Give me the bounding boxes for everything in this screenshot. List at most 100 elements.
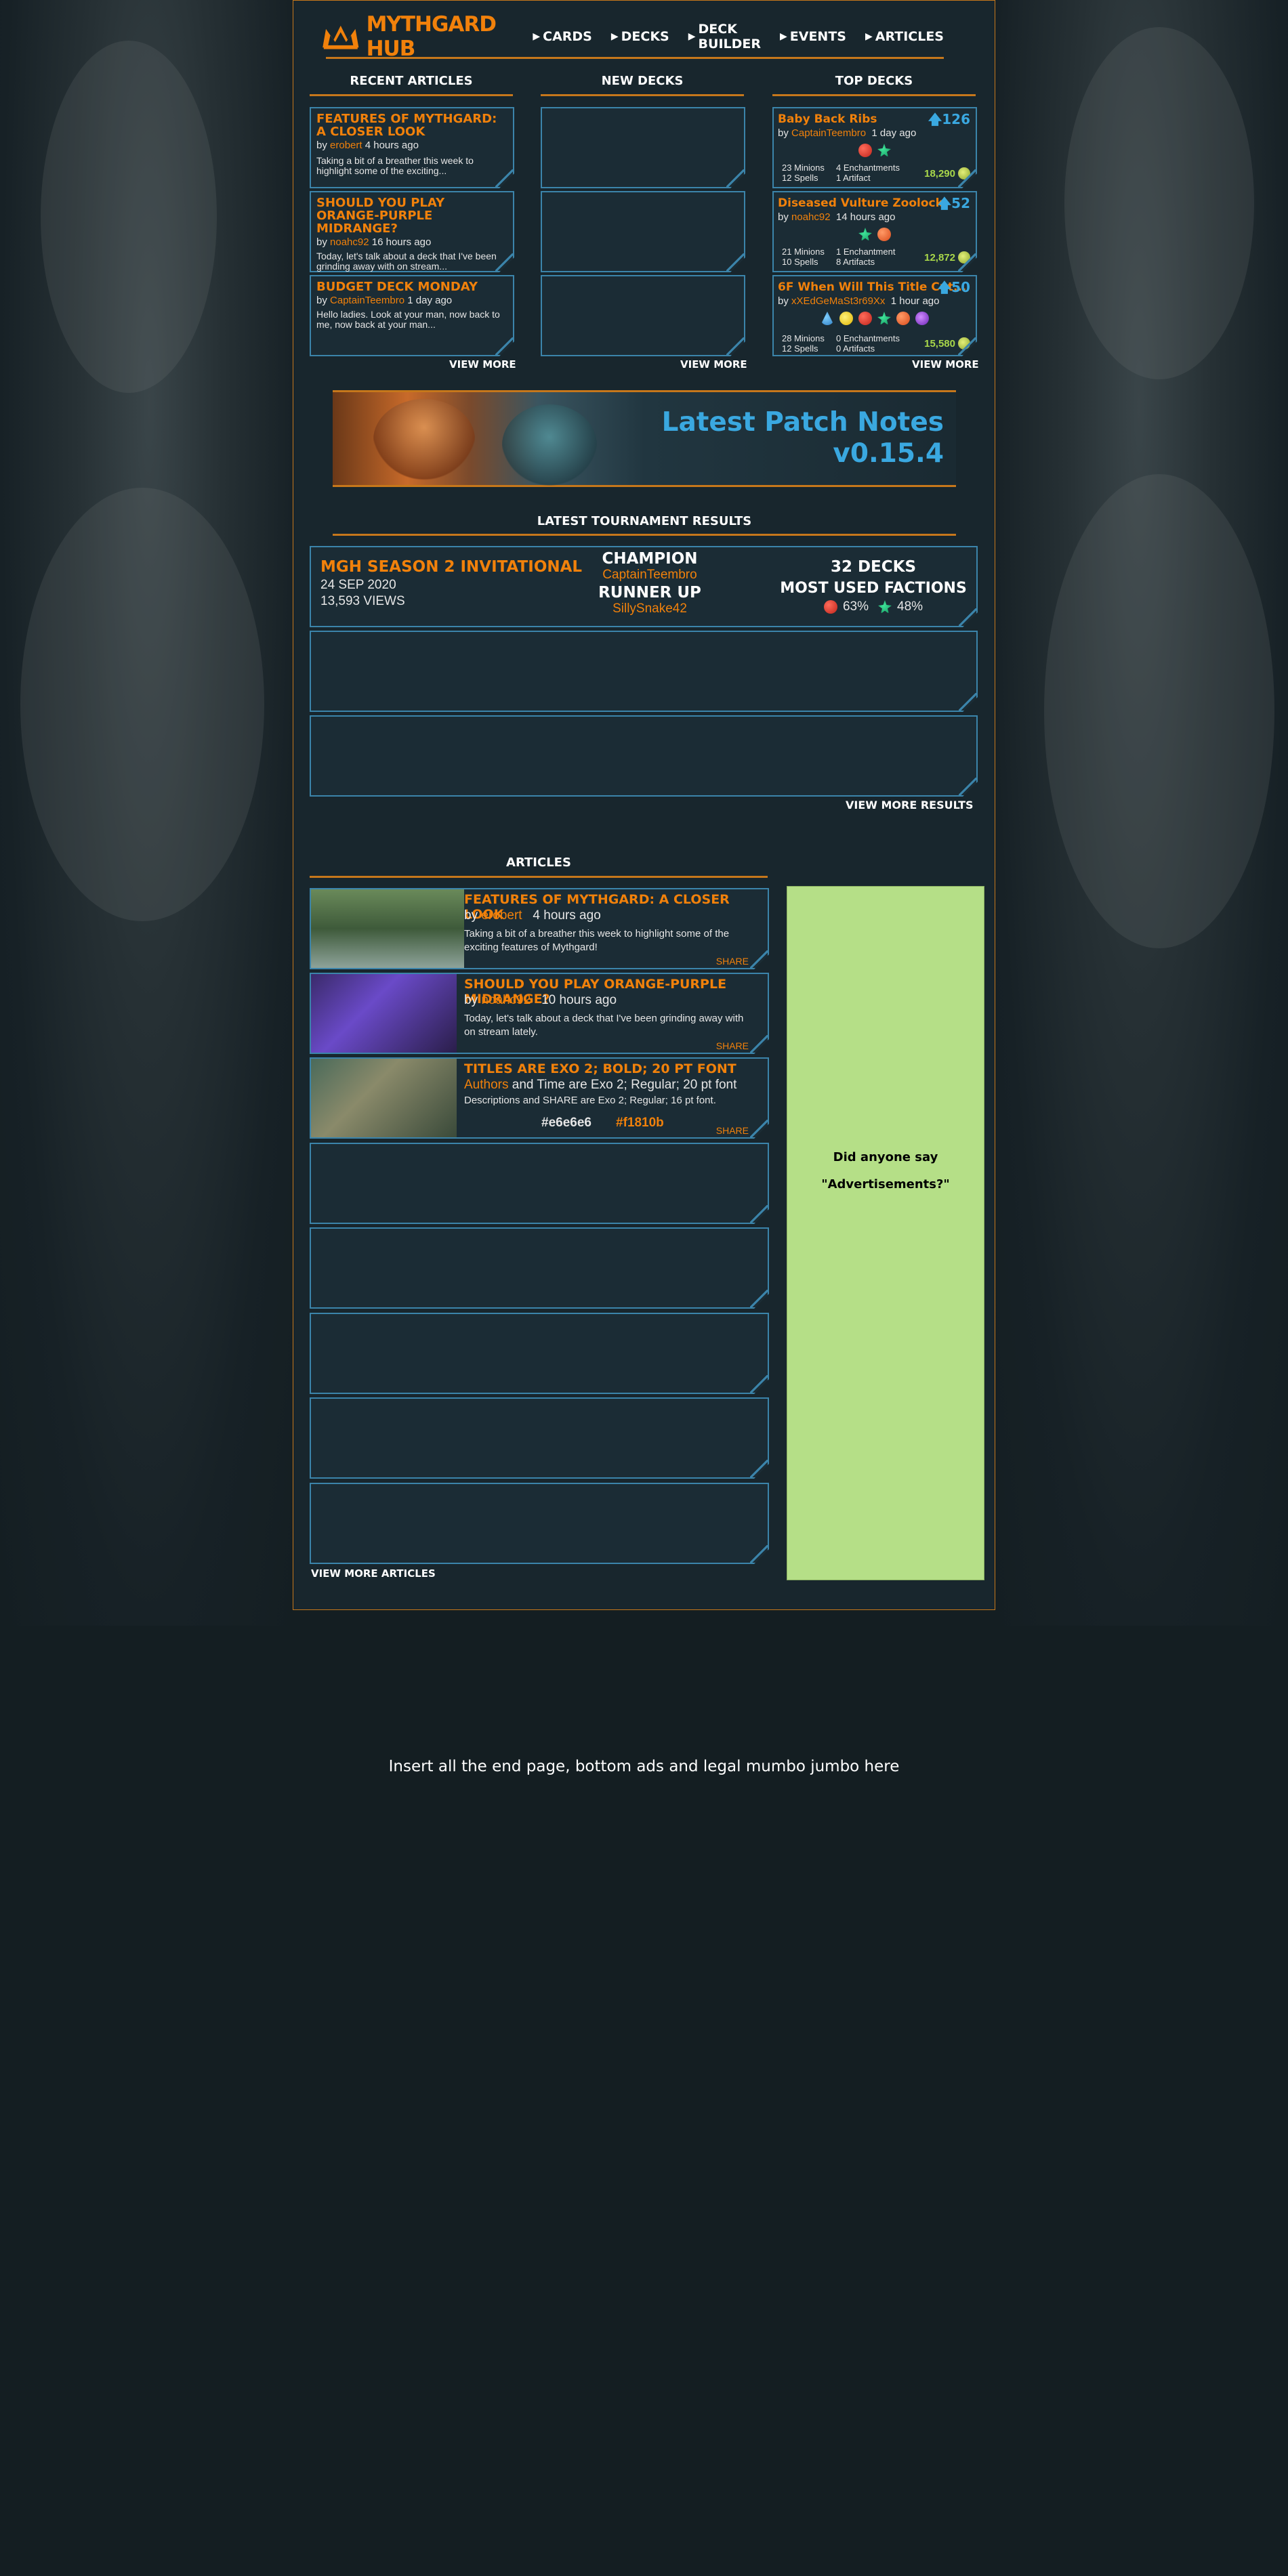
share-button[interactable]: SHARE: [716, 956, 749, 967]
spell-count: 12 Spells: [782, 343, 818, 354]
divider: [772, 94, 976, 96]
by-label: by: [778, 295, 789, 307]
card-corner: [750, 1460, 768, 1477]
upvote-icon[interactable]: 🡅: [938, 279, 952, 295]
upvote-count: 🡅52: [938, 194, 970, 217]
tournament-section-title: LATEST TOURNAMENT RESULTS: [537, 514, 752, 528]
nav-cards[interactable]: ▶ CARDS: [533, 22, 592, 51]
author-link[interactable]: CaptainTeembro: [330, 295, 404, 306]
nav-decks[interactable]: ▶ DECKS: [611, 22, 669, 51]
top-deck-card[interactable]: Diseased Vulture Zoolock 🡅52 by noahc92 …: [772, 191, 977, 272]
tournament-views: 13,593 VIEWS: [320, 594, 405, 608]
author-link[interactable]: erobert: [330, 140, 362, 151]
recent-articles-title: RECENT ARTICLES: [350, 74, 473, 88]
divider: [541, 94, 744, 96]
time-ago: 10 hours ago: [541, 993, 617, 1007]
upvote-count: 🡅126: [928, 110, 970, 133]
article-body: Today, let's talk about a deck that I've…: [464, 1013, 744, 1038]
runner-up-name[interactable]: SillySnake42: [548, 601, 751, 616]
author-link[interactable]: erobert: [481, 908, 522, 923]
view-more-recent-articles[interactable]: VIEW MORE: [449, 358, 516, 371]
author-link[interactable]: CaptainTeembro: [791, 127, 866, 139]
minion-count: 28 Minions: [782, 333, 825, 343]
patch-title: Latest Patch Notes: [661, 407, 944, 438]
nav-articles[interactable]: ▶ ARTICLES: [865, 22, 944, 51]
author-link[interactable]: noahc92: [330, 236, 369, 248]
orange-faction-icon: [877, 228, 891, 241]
card-corner: [959, 608, 976, 626]
banner-art: [502, 404, 597, 486]
card-corner: [726, 337, 744, 355]
view-more-new-decks[interactable]: VIEW MORE: [680, 358, 747, 371]
article-title: TITLES ARE EXO 2; BOLD; 20 PT FONT: [464, 1061, 736, 1076]
recent-article-card[interactable]: FEATURES OF MYTHGARD: A CLOSER LOOK by e…: [310, 107, 514, 188]
view-more-articles[interactable]: VIEW MORE ARTICLES: [311, 1567, 436, 1580]
color-code-accent: #f1810b: [616, 1116, 664, 1130]
divider: [310, 876, 768, 878]
article-card[interactable]: [310, 1227, 769, 1309]
tournament-result-card[interactable]: MGH SEASON 2 INVITATIONAL 24 SEP 2020 13…: [310, 546, 978, 627]
author-link[interactable]: xXEdGeMaSt3r69Xx: [791, 295, 885, 307]
nav-label: DECK BUILDER: [698, 22, 761, 51]
article-card[interactable]: [310, 1143, 769, 1224]
article-card[interactable]: TITLES ARE EXO 2; BOLD; 20 PT FONT Autho…: [310, 1057, 769, 1139]
view-more-results[interactable]: VIEW MORE RESULTS: [846, 799, 974, 811]
new-deck-card[interactable]: [541, 107, 745, 188]
new-deck-card[interactable]: [541, 191, 745, 272]
card-corner: [750, 1120, 768, 1137]
enchantment-count: 0 Enchantments: [836, 333, 900, 343]
top-deck-card[interactable]: 6F When Will This Title Cut... 🡅50 by xX…: [772, 275, 977, 356]
most-used-factions-label: MOST USED FACTIONS: [780, 580, 967, 597]
share-button[interactable]: SHARE: [716, 1125, 749, 1136]
upvote-icon[interactable]: 🡅: [928, 111, 942, 127]
tournament-result-card[interactable]: [310, 631, 978, 712]
article-card[interactable]: [310, 1397, 769, 1479]
patch-version: v0.15.4: [833, 438, 944, 469]
time-ago: 4 hours ago: [533, 908, 601, 923]
top-decks-title: TOP DECKS: [835, 74, 913, 88]
card-corner: [958, 169, 976, 187]
share-button[interactable]: SHARE: [716, 1040, 749, 1051]
upvote-icon[interactable]: 🡅: [938, 195, 952, 211]
logo[interactable]: MYTHGARD HUB: [320, 12, 515, 61]
card-corner: [750, 1205, 768, 1223]
recent-article-card[interactable]: BUDGET DECK MONDAY by CaptainTeembro 1 d…: [310, 275, 514, 356]
author-link[interactable]: noahc92: [481, 993, 531, 1007]
article-snippet: Today, let's talk about a deck that I've…: [316, 251, 497, 272]
background-art-right: [990, 0, 1288, 1626]
article-card[interactable]: FEATURES OF MYTHGARD: A CLOSER LOOK by e…: [310, 888, 769, 969]
nav-label: CARDS: [543, 29, 592, 44]
top-deck-card[interactable]: Baby Back Ribs 🡅126 by CaptainTeembro 1 …: [772, 107, 977, 188]
nav-events[interactable]: ▶ EVENTS: [780, 22, 846, 51]
recent-article-card[interactable]: SHOULD YOU PLAY ORANGE-PURPLE MIDRANGE? …: [310, 191, 514, 272]
crown-icon: [323, 25, 359, 49]
triangle-right-icon: ▶: [533, 31, 541, 42]
ad-line-2: "Advertisements?": [821, 1177, 950, 1191]
nav-label: ARTICLES: [875, 29, 944, 44]
triangle-right-icon: ▶: [779, 31, 787, 42]
card-corner: [750, 1375, 768, 1393]
author-link[interactable]: Authors: [464, 1078, 508, 1092]
nav-deck-builder[interactable]: ▶ DECK BUILDER: [688, 22, 761, 51]
champion-name[interactable]: CaptainTeembro: [548, 568, 751, 583]
article-card[interactable]: SHOULD YOU PLAY ORANGE-PURPLE MIDRANGE? …: [310, 973, 769, 1054]
advertisement[interactable]: Did anyone say "Advertisements?": [787, 886, 984, 1580]
triangle-right-icon: ▶: [610, 31, 619, 42]
minion-count: 21 Minions: [782, 247, 825, 257]
author-link[interactable]: noahc92: [791, 211, 831, 223]
tournament-result-card[interactable]: [310, 715, 978, 797]
new-deck-card[interactable]: [541, 275, 745, 356]
by-label: by: [316, 236, 327, 248]
minion-count: 23 Minions: [782, 163, 825, 173]
article-card[interactable]: [310, 1313, 769, 1394]
spell-count: 10 Spells: [782, 257, 818, 267]
patch-notes-banner[interactable]: Latest Patch Notes v0.15.4: [333, 390, 956, 487]
view-more-top-decks[interactable]: VIEW MORE: [912, 358, 979, 371]
card-corner: [495, 337, 513, 355]
faction-percent: 48%: [897, 599, 923, 614]
article-card[interactable]: [310, 1483, 769, 1564]
vote-count: 52: [951, 195, 970, 211]
time-ago: 16 hours ago: [371, 236, 432, 248]
essence-value: 12,872: [924, 251, 955, 263]
card-corner: [958, 253, 976, 271]
